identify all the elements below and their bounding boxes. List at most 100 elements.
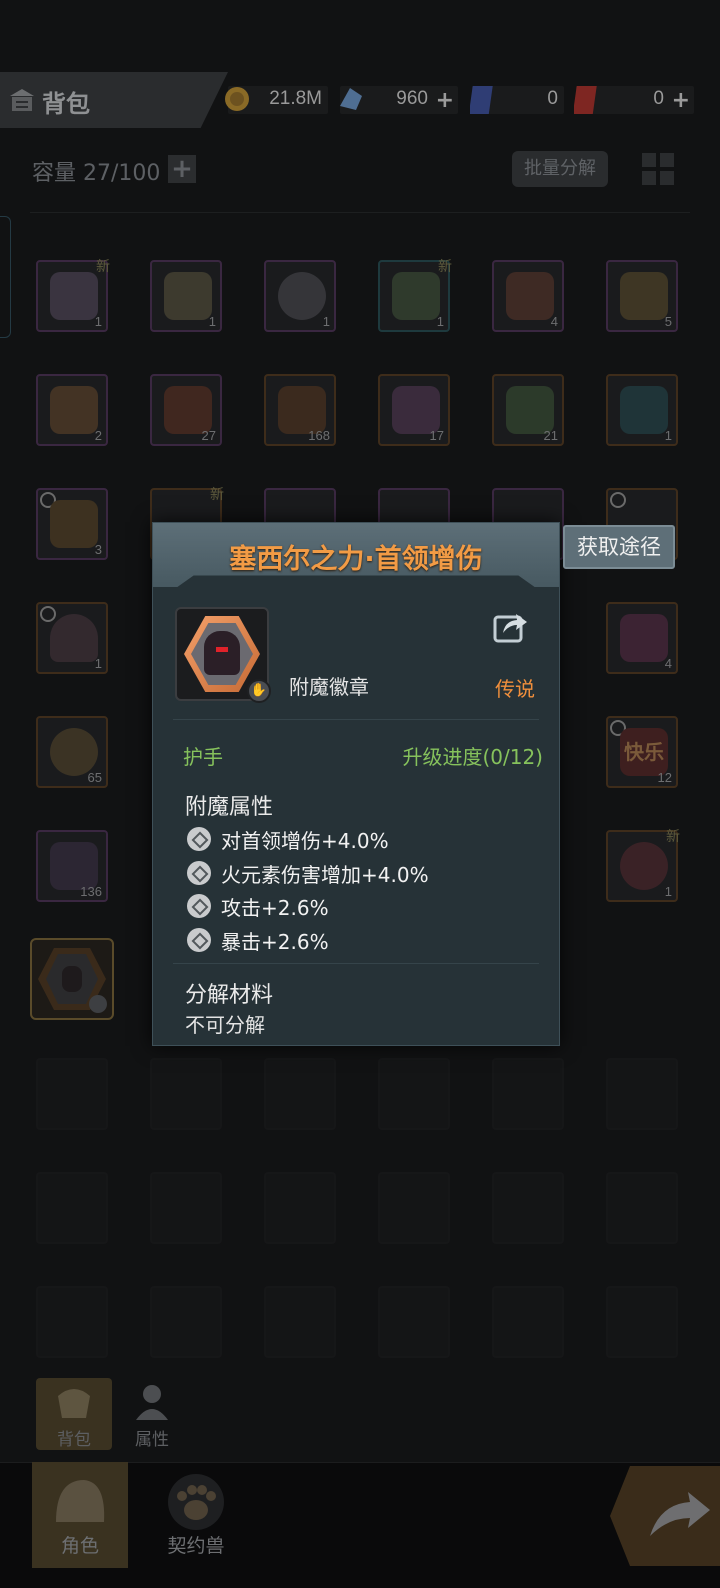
subtab-bag[interactable]: 背包 [36, 1378, 112, 1450]
item-count: 2 [94, 428, 102, 443]
inventory-slot[interactable]: 27 [150, 374, 222, 446]
inventory-slot[interactable]: 2 [36, 374, 108, 446]
empty-slot[interactable] [150, 1286, 222, 1358]
item-count: 17 [429, 428, 444, 443]
item-type: 附魔徽章 [289, 675, 369, 699]
empty-slot[interactable] [36, 1058, 108, 1130]
pouch-item-icon [278, 386, 326, 434]
item-count: 1 [94, 656, 102, 671]
inventory-slot[interactable]: 新 1 [378, 259, 452, 332]
expand-capacity-button[interactable]: + [168, 155, 196, 183]
selected-inventory-slot[interactable] [30, 938, 114, 1020]
blue-ticket-icon [470, 86, 493, 114]
scroll-item-icon [620, 614, 668, 662]
inventory-slot[interactable]: 17 [378, 374, 450, 446]
subtab-attributes[interactable]: 属性 [114, 1378, 190, 1450]
empty-slot[interactable] [378, 1172, 450, 1244]
item-count: 4 [550, 314, 558, 329]
empty-slot[interactable] [36, 1286, 108, 1358]
batch-decompose-button[interactable]: 批量分解 [512, 151, 608, 187]
inventory-slot[interactable]: 新 1 [606, 829, 680, 902]
item-icon-frame: ✋ [175, 607, 271, 703]
item-name: 塞西尔之力·首领增伤 [229, 544, 483, 575]
inventory-slot[interactable]: 1 [36, 602, 108, 674]
empty-slot[interactable] [606, 1286, 678, 1358]
decompose-value: 不可分解 [185, 1013, 265, 1037]
item-count: 1 [94, 314, 102, 329]
new-tag: 新 [438, 259, 452, 275]
adventure-arrow-icon[interactable] [610, 1466, 720, 1566]
attribute-bullet-icon [187, 827, 211, 851]
side-tab-indicator[interactable] [0, 216, 11, 338]
red-ticket-counter: 0 + [574, 86, 694, 114]
empty-slot[interactable] [492, 1058, 564, 1130]
new-tag: 新 [210, 487, 224, 503]
empty-slot[interactable] [378, 1286, 450, 1358]
grid-view-icon[interactable] [640, 151, 676, 187]
nav-character[interactable]: 角色 [32, 1462, 128, 1568]
inventory-slot[interactable]: 1 [606, 374, 678, 446]
person-icon [136, 1385, 168, 1420]
claw-item-icon [50, 272, 98, 320]
decompose-section-title: 分解材料 [185, 983, 274, 1008]
item-count: 1 [208, 314, 216, 329]
inventory-slot[interactable]: 3 [36, 488, 108, 560]
empty-slot[interactable] [150, 1058, 222, 1130]
item-count: 21 [543, 428, 558, 443]
inventory-slot[interactable]: 21 [492, 374, 564, 446]
empty-slot[interactable] [150, 1172, 222, 1244]
item-count: 65 [87, 770, 102, 785]
mushroom-item-icon [50, 614, 98, 662]
inventory-slot[interactable]: 136 [36, 830, 108, 902]
inventory-slot[interactable]: 快乐 12 [606, 716, 678, 788]
empty-slot[interactable] [264, 1058, 336, 1130]
crystal-add-button[interactable]: + [436, 88, 454, 113]
red-ticket-value: 0 [653, 88, 664, 109]
empty-slot[interactable] [264, 1286, 336, 1358]
red-ticket-add-button[interactable]: + [672, 88, 690, 113]
attribute-bullet-icon [187, 894, 211, 918]
gold-counter: 21.8M [225, 86, 328, 114]
empty-slot[interactable] [606, 1058, 678, 1130]
item-count: 27 [201, 428, 216, 443]
enchant-badge-item-icon [38, 948, 107, 1013]
bag-home-icon [10, 89, 34, 111]
lantern-item-icon [620, 842, 668, 890]
gem-item-icon [50, 500, 98, 548]
upgrade-progress: 升级进度(0/12) [402, 745, 543, 769]
item-count: 3 [94, 542, 102, 557]
divider [30, 212, 690, 213]
inventory-slot[interactable]: 5 [606, 260, 678, 332]
nav-pet[interactable]: 契约兽 [148, 1462, 244, 1568]
item-count: 168 [308, 428, 330, 443]
helmet-item-icon [164, 272, 212, 320]
empty-slot[interactable] [378, 1058, 450, 1130]
empty-slot[interactable] [492, 1286, 564, 1358]
blue-ticket-counter: 0 [470, 86, 564, 114]
attribute-text: 对首领增伤+4.0% [221, 829, 389, 853]
empty-slot[interactable] [492, 1172, 564, 1244]
firecracker-item-icon [392, 386, 440, 434]
obtain-source-button[interactable]: 获取途径 [563, 525, 675, 569]
empty-slot[interactable] [36, 1172, 108, 1244]
divider [173, 719, 539, 720]
share-icon[interactable] [493, 609, 529, 643]
item-detail-popup: 塞西尔之力·首领增伤 ✋ 附魔徽章 传说 护手 升级进度(0/12) 附魔属性 … [152, 522, 560, 1046]
paw-icon [168, 1474, 224, 1530]
empty-slot[interactable] [606, 1172, 678, 1244]
inventory-slot[interactable]: 4 [606, 602, 678, 674]
inventory-slot[interactable]: 1 [150, 260, 222, 332]
item-count: 4 [664, 656, 672, 671]
attribute-text: 攻击+2.6% [221, 896, 329, 920]
inventory-slot[interactable]: 65 [36, 716, 108, 788]
crystal-value: 960 [396, 88, 428, 109]
inventory-slot[interactable]: 1 [264, 260, 336, 332]
inventory-slot[interactable]: 4 [492, 260, 564, 332]
rarity-label: 传说 [495, 677, 535, 701]
ring-item-icon [278, 272, 326, 320]
crystal-counter: 960 + [340, 86, 458, 114]
nav-label: 角色 [60, 1535, 99, 1557]
empty-slot[interactable] [264, 1172, 336, 1244]
inventory-slot[interactable]: 新 1 [36, 259, 110, 332]
inventory-slot[interactable]: 168 [264, 374, 336, 446]
